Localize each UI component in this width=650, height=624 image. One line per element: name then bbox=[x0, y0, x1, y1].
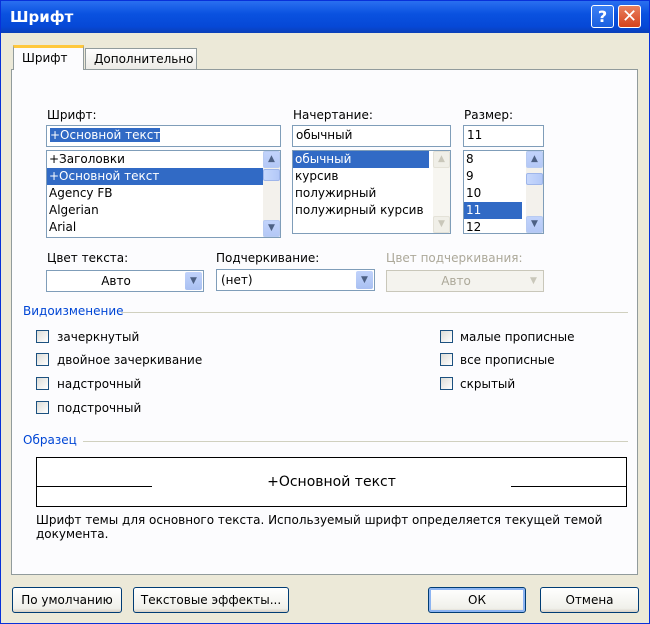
list-item[interactable]: полужирный bbox=[293, 185, 429, 202]
text-color-label: Цвет текста: bbox=[47, 251, 129, 265]
tab-advanced-label: Дополнительно bbox=[94, 52, 194, 66]
chevron-up-icon[interactable]: ▲ bbox=[263, 151, 280, 168]
preview-group-title: Образец bbox=[23, 433, 77, 447]
underline-color-value: Авто bbox=[441, 274, 471, 288]
size-list[interactable]: 8 9 10 11 12 ▲ ▼ bbox=[463, 150, 544, 234]
style-list-scrollbar[interactable]: ▲ ▼ bbox=[433, 151, 450, 233]
close-button[interactable]: ✕ bbox=[618, 5, 641, 28]
list-item[interactable]: 11 bbox=[464, 202, 522, 219]
list-item[interactable]: полужирный курсив bbox=[293, 202, 429, 219]
list-item[interactable]: +Заголовки bbox=[47, 151, 280, 168]
list-item[interactable]: 10 bbox=[464, 185, 522, 202]
superscript-label[interactable]: надстрочный bbox=[57, 377, 141, 391]
chevron-down-icon[interactable]: ▼ bbox=[526, 216, 543, 233]
list-item[interactable]: Agency FB bbox=[47, 185, 280, 202]
title-bar[interactable]: Шрифт ? ✕ bbox=[1, 1, 649, 33]
size-list-scrollbar[interactable]: ▲ ▼ bbox=[526, 151, 543, 233]
preview-description: Шрифт темы для основного текста. Использ… bbox=[36, 513, 603, 541]
chevron-down-icon[interactable]: ▼ bbox=[356, 271, 373, 289]
font-input-value: +Основной текст bbox=[50, 128, 161, 142]
double-strikethrough-label[interactable]: двойное зачеркивание bbox=[57, 353, 202, 367]
preview-baseline-right bbox=[511, 486, 626, 487]
window-title: Шрифт bbox=[10, 8, 74, 26]
underline-color-label: Цвет подчеркивания: bbox=[386, 251, 523, 265]
underline-label: Подчеркивание: bbox=[216, 251, 320, 265]
scroll-thumb[interactable] bbox=[526, 173, 543, 185]
preview-sample-text: +Основной текст bbox=[267, 474, 396, 490]
underline-color-select: Авто ▼ bbox=[386, 270, 544, 292]
list-item[interactable]: Algerian bbox=[47, 202, 280, 219]
small-caps-label[interactable]: малые прописные bbox=[460, 330, 575, 344]
ok-button[interactable]: ОК bbox=[428, 587, 526, 613]
list-item[interactable]: курсив bbox=[293, 168, 429, 185]
font-label: Шрифт: bbox=[47, 108, 97, 122]
list-item[interactable]: Arial bbox=[47, 219, 280, 236]
font-list-scrollbar[interactable]: ▲ ▼ bbox=[263, 151, 280, 237]
underline-value: (нет) bbox=[221, 273, 253, 287]
text-color-select[interactable]: Авто ▼ bbox=[46, 270, 204, 292]
effects-group-title: Видоизменение bbox=[23, 304, 124, 318]
scroll-thumb[interactable] bbox=[263, 169, 280, 181]
text-effects-button[interactable]: Текстовые эффекты... bbox=[133, 587, 289, 613]
size-label: Размер: bbox=[464, 108, 514, 122]
subscript-checkbox[interactable] bbox=[36, 401, 49, 414]
style-list[interactable]: обычный курсив полужирный полужирный кур… bbox=[292, 150, 451, 234]
tab-font-label: Шрифт bbox=[22, 51, 68, 65]
chevron-down-icon[interactable]: ▼ bbox=[185, 272, 202, 290]
style-input[interactable]: обычный bbox=[292, 125, 451, 147]
list-item[interactable]: обычный bbox=[293, 151, 429, 168]
list-item[interactable]: 12 bbox=[464, 219, 522, 233]
small-caps-checkbox[interactable] bbox=[440, 330, 453, 343]
all-caps-label[interactable]: все прописные bbox=[460, 353, 555, 367]
chevron-up-icon[interactable]: ▲ bbox=[433, 151, 450, 168]
all-caps-checkbox[interactable] bbox=[440, 353, 453, 366]
cancel-button[interactable]: Отмена bbox=[540, 587, 639, 613]
hidden-checkbox[interactable] bbox=[440, 377, 453, 390]
font-input[interactable]: +Основной текст bbox=[46, 125, 281, 147]
subscript-label[interactable]: подстрочный bbox=[57, 401, 141, 415]
hidden-label[interactable]: скрытый bbox=[460, 377, 515, 391]
chevron-up-icon[interactable]: ▲ bbox=[526, 151, 543, 168]
tab-advanced[interactable]: Дополнительно bbox=[85, 48, 197, 69]
double-strikethrough-checkbox[interactable] bbox=[36, 353, 49, 366]
list-item[interactable]: 8 bbox=[464, 151, 522, 168]
tab-font[interactable]: Шрифт bbox=[13, 45, 84, 70]
chevron-down-icon[interactable]: ▼ bbox=[263, 220, 280, 237]
underline-select[interactable]: (нет) ▼ bbox=[216, 269, 375, 291]
style-label: Начертание: bbox=[293, 108, 373, 122]
preview-box: +Основной текст bbox=[36, 457, 627, 507]
preview-divider bbox=[83, 441, 628, 442]
superscript-checkbox[interactable] bbox=[36, 377, 49, 390]
list-item[interactable]: +Основной текст bbox=[47, 168, 280, 185]
help-button[interactable]: ? bbox=[591, 5, 614, 28]
strikethrough-checkbox[interactable] bbox=[36, 330, 49, 343]
font-list[interactable]: +Заголовки +Основной текст Agency FB Alg… bbox=[46, 150, 281, 238]
set-default-button[interactable]: По умолчанию bbox=[12, 587, 122, 613]
chevron-down-icon: ▼ bbox=[525, 272, 542, 290]
effects-divider bbox=[121, 312, 628, 313]
strikethrough-label[interactable]: зачеркнутый bbox=[57, 330, 139, 344]
list-item[interactable]: 9 bbox=[464, 168, 522, 185]
size-input[interactable]: 11 bbox=[463, 125, 544, 147]
chevron-down-icon[interactable]: ▼ bbox=[433, 216, 450, 233]
text-color-value: Авто bbox=[101, 274, 131, 288]
font-dialog: Шрифт ? ✕ Шрифт Дополнительно Шрифт: +Ос… bbox=[0, 0, 650, 624]
